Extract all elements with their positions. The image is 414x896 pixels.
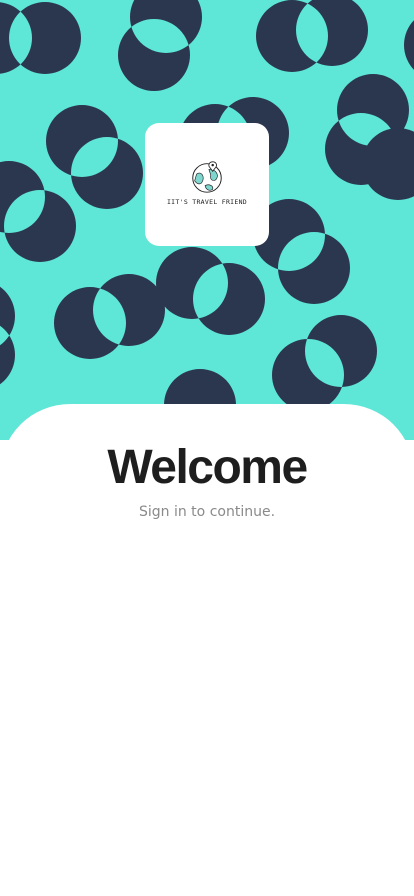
globe-traveler-icon — [192, 160, 222, 193]
logo-text: IIT'S TRAVEL FRIEND — [166, 197, 248, 206]
welcome-subtitle: Sign in to continue. — [138, 504, 276, 520]
app-logo-card: IIT'S TRAVEL FRIEND — [145, 123, 269, 246]
welcome-screen: IIT'S TRAVEL FRIEND Welcome Sign in to c… — [0, 0, 414, 896]
welcome-title: Welcome — [107, 441, 308, 494]
